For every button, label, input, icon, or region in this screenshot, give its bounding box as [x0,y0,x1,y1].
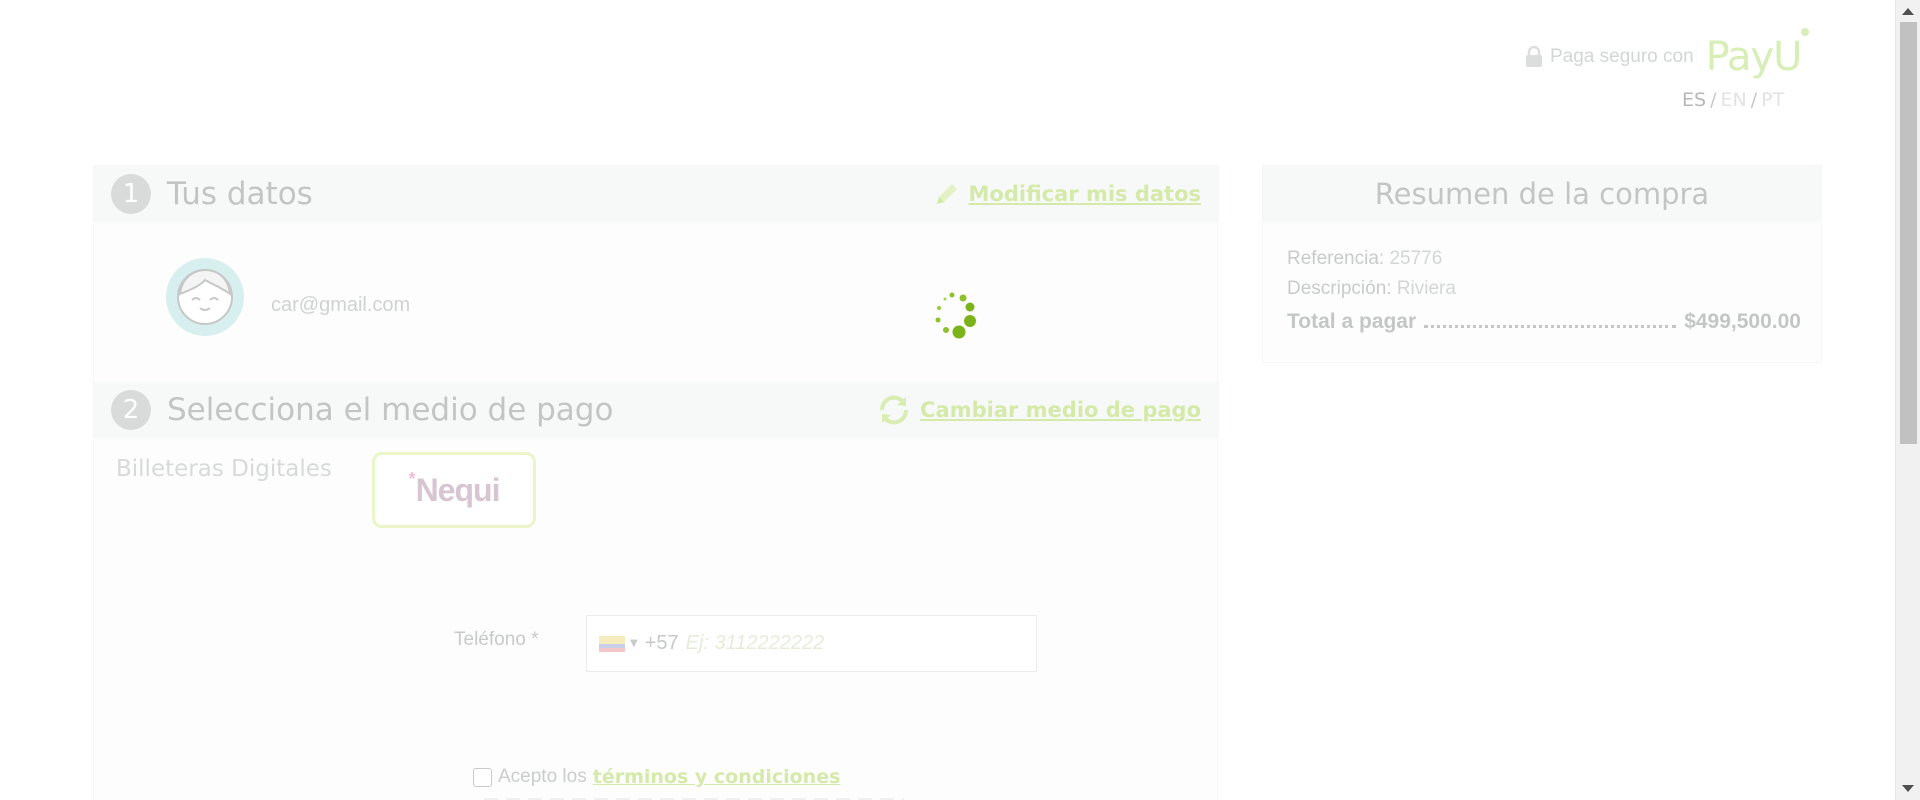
terms-link[interactable]: términos y condiciones [593,766,841,788]
terms-prefix: Acepto los [498,766,587,787]
payu-logo: PayU [1705,28,1810,80]
page-scrollbar[interactable] [1895,0,1920,800]
language-switcher: ES / EN / PT [1682,89,1785,111]
scroll-up-arrow[interactable] [1902,8,1914,15]
lang-en[interactable]: EN [1720,89,1746,111]
payu-logo-text: PayU [1705,34,1803,80]
description-value: Riviera [1396,278,1456,299]
step1-title: Tus datos [167,176,313,212]
dial-code: +57 [644,632,679,654]
avatar [166,258,244,336]
phone-label: Teléfono * [454,629,539,650]
user-email: car@gmail.com [271,294,411,316]
secure-text: Paga seguro con [1550,46,1694,67]
scroll-down-arrow[interactable] [1902,785,1914,792]
nequi-star: * [408,469,416,489]
modify-data-label: Modificar mis datos [968,182,1201,206]
phone-field: ▼ +57 [586,615,1037,672]
nequi-payment-option[interactable]: * Nequi [372,452,536,528]
terms-row: Acepto los términos y condiciones [473,766,840,788]
step2-title: Selecciona el medio de pago [167,392,614,428]
checkout-form-panel: 1 Tus datos Modificar mis datos car@gmai… [93,165,1219,800]
reference-row: Referencia: 25776 [1287,248,1442,270]
secure-payment-badge: Paga seguro con PayU [1523,28,1810,80]
purchase-summary: Resumen de la compra Referencia: 25776 D… [1262,165,1822,363]
phone-input[interactable] [685,632,986,655]
avatar-icon [177,268,233,325]
total-row: Total a pagar $499,500.00 [1287,310,1801,334]
step2-header: 2 Selecciona el medio de pago Cambiar me… [94,382,1219,438]
total-value: $499,500.00 [1684,310,1801,333]
change-payment-label: Cambiar medio de pago [920,398,1201,422]
chevron-down-icon[interactable]: ▼ [630,638,638,649]
reference-label: Referencia: [1287,248,1385,269]
nequi-label: Nequi [415,471,501,508]
description-label: Descripción: [1287,278,1392,299]
summary-title: Resumen de la compra [1263,166,1821,222]
lang-es[interactable]: ES [1682,89,1706,111]
colombia-flag-icon[interactable] [599,635,625,652]
step2-number: 2 [111,390,151,430]
lock-icon [1526,46,1542,67]
change-payment-method-link[interactable]: Cambiar medio de pago [876,392,1201,428]
terms-checkbox[interactable] [473,767,492,787]
refresh-icon [880,395,909,425]
pencil-icon [936,184,957,204]
total-label: Total a pagar [1287,310,1417,333]
loading-spinner-icon [935,292,976,339]
digital-wallets-label: Billeteras Digitales [116,456,332,482]
reference-value: 25776 [1389,248,1443,269]
scroll-thumb[interactable] [1900,22,1917,444]
step1-header: 1 Tus datos Modificar mis datos [94,166,1219,222]
lang-pt[interactable]: PT [1761,89,1784,111]
description-row: Descripción: Riviera [1287,278,1456,300]
modify-data-link[interactable]: Modificar mis datos [933,180,1201,208]
step1-number: 1 [111,174,151,214]
